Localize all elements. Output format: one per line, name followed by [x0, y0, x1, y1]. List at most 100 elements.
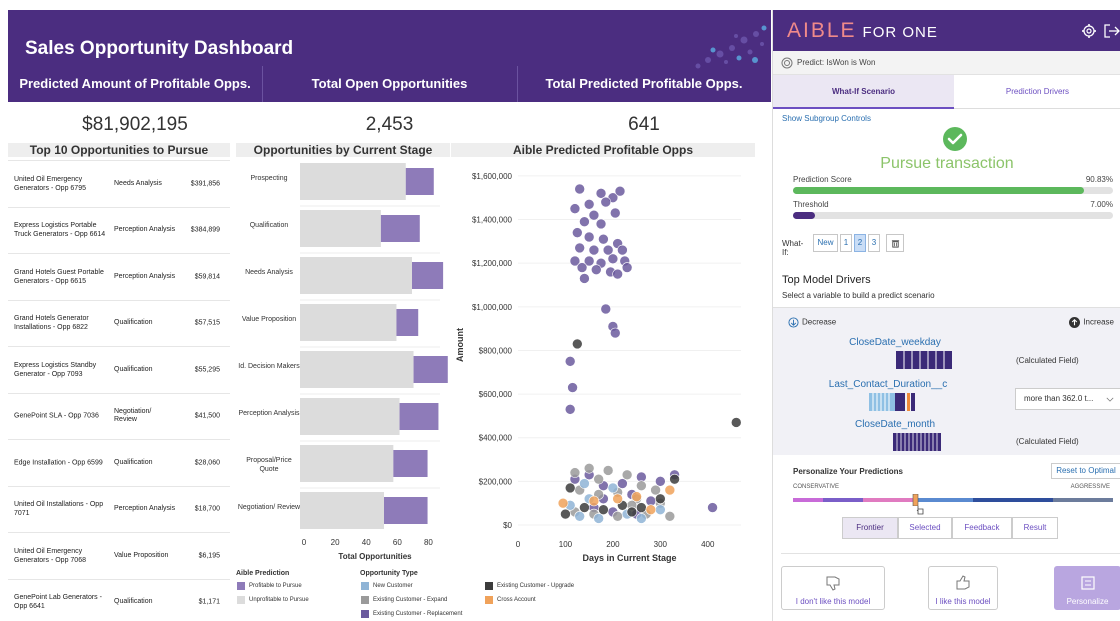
segment-feedback[interactable]: Feedback [952, 517, 1012, 539]
scatter-point[interactable] [636, 502, 647, 513]
tab-prediction-drivers[interactable]: Prediction Drivers [954, 75, 1120, 109]
table-row[interactable]: GenePoint Lab Generators - Opp 6641 Quali… [8, 578, 230, 621]
scatter-point[interactable] [595, 188, 607, 199]
table-row[interactable]: Grand Hotels Generator Installations - O… [8, 299, 230, 346]
increase-control[interactable]: Increase [1069, 317, 1114, 328]
scatter-point[interactable] [564, 404, 576, 415]
scatter-point[interactable] [626, 506, 638, 518]
table-row[interactable]: United Oil Installations - Opp 7071 Perce… [8, 485, 230, 532]
decrease-control[interactable]: Decrease [788, 317, 836, 328]
reset-to-optimal-button[interactable]: Reset to Optimal [1051, 463, 1120, 479]
scatter-point[interactable] [576, 262, 588, 273]
stage-bar-unprofitable[interactable] [300, 492, 384, 529]
scatter-point[interactable] [557, 497, 569, 509]
table-row[interactable]: Express Logistics Portable Truck Generat… [8, 206, 230, 253]
scatter-point[interactable] [572, 338, 583, 350]
scatter-point[interactable] [669, 473, 680, 485]
scatter-point[interactable] [590, 264, 602, 276]
show-subgroup-controls-link[interactable]: Show Subgroup Controls [782, 114, 871, 123]
stage-bar-profitable[interactable] [412, 262, 444, 289]
personalize-slider-track[interactable] [793, 498, 1113, 502]
scatter-point[interactable] [574, 510, 585, 522]
variable-closedate-weekday-histogram[interactable] [896, 351, 952, 369]
delete-scenario-button[interactable] [886, 234, 904, 252]
scatter-point[interactable] [602, 244, 614, 256]
variable-last-contact-duration-histogram[interactable] [869, 393, 915, 411]
scatter-point[interactable] [602, 465, 614, 476]
like-model-button[interactable]: I like this model [928, 566, 998, 610]
stage-bar-profitable[interactable] [396, 309, 419, 336]
last-contact-duration-dropdown[interactable]: more than 362.0 t... [1015, 388, 1120, 410]
scatter-point[interactable] [636, 480, 647, 492]
scatter-point[interactable] [583, 231, 595, 243]
variable-closedate-month-histogram[interactable] [893, 433, 941, 451]
table-row[interactable]: Edge Installation - Opp 6599 Qualificatio… [8, 439, 230, 485]
scatter-point[interactable] [621, 469, 633, 481]
scatter-point[interactable] [655, 476, 666, 487]
scatter-point[interactable] [598, 233, 609, 245]
scatter-point[interactable] [636, 513, 647, 524]
dislike-model-button[interactable]: I don't like this model [781, 566, 885, 610]
scatter-point[interactable] [598, 504, 609, 516]
scatter-point[interactable] [655, 493, 666, 505]
stage-bar-unprofitable[interactable] [300, 304, 397, 341]
scatter-point[interactable] [588, 209, 600, 221]
segment-frontier[interactable]: Frontier [842, 517, 898, 539]
table-row[interactable]: United Oil Emergency Generators - Opp 70… [8, 532, 230, 578]
scatter-point[interactable] [612, 493, 623, 505]
scatter-point[interactable] [645, 504, 657, 516]
scatter-point[interactable] [600, 196, 612, 208]
scatter-point[interactable] [593, 513, 604, 524]
table-row[interactable]: Grand Hotels Guest Portable Generators -… [8, 253, 230, 299]
scatter-point[interactable] [560, 508, 571, 520]
table-row[interactable]: Express Logistics Standby Generator - Op… [8, 346, 230, 392]
scatter-point[interactable] [588, 495, 600, 507]
scatter-point[interactable] [664, 484, 676, 496]
scatter-point[interactable] [583, 462, 595, 474]
stage-bar-profitable[interactable] [384, 497, 428, 524]
scatter-point[interactable] [621, 262, 633, 273]
scatter-point[interactable] [612, 510, 623, 522]
personalize-button[interactable]: Personalize [1054, 566, 1120, 610]
variable-closedate-weekday[interactable]: CloseDate_weekday [795, 337, 995, 348]
stage-bar-profitable[interactable] [405, 168, 434, 195]
scatter-point[interactable] [583, 198, 595, 210]
scatter-point[interactable] [617, 478, 628, 489]
scatter-point[interactable] [579, 216, 590, 228]
stage-bar-profitable[interactable] [393, 450, 428, 477]
scatter-point[interactable] [650, 484, 661, 496]
tab-what-if-scenario[interactable]: What-If Scenario [773, 75, 954, 109]
scatter-point[interactable] [567, 382, 578, 393]
stage-bar-profitable[interactable] [413, 356, 448, 383]
variable-closedate-month[interactable]: CloseDate_month [795, 419, 995, 430]
scatter-point[interactable] [569, 467, 581, 478]
scatter-point[interactable] [614, 185, 626, 197]
scatter-point[interactable] [600, 303, 612, 315]
what-if-new-button[interactable]: New [813, 234, 838, 252]
scatter-point[interactable] [607, 253, 619, 265]
scatter-point[interactable] [631, 491, 642, 502]
scatter-point[interactable] [655, 504, 666, 516]
scatter-point[interactable] [579, 502, 590, 513]
scatter-point[interactable] [572, 227, 583, 238]
scatter-point[interactable] [593, 473, 604, 485]
segment-selected[interactable]: Selected [898, 517, 952, 539]
scatter-point[interactable] [612, 268, 623, 280]
scatter-point[interactable] [664, 510, 676, 522]
what-if-2-button[interactable]: 2 [854, 234, 866, 252]
scatter-point[interactable] [607, 482, 619, 494]
scatter-point[interactable] [617, 244, 628, 256]
stage-bar-profitable[interactable] [380, 215, 420, 242]
scatter-point[interactable] [609, 327, 621, 339]
scatter-point[interactable] [574, 183, 585, 195]
stage-bar-unprofitable[interactable] [300, 257, 412, 294]
scatter-point[interactable] [595, 218, 607, 230]
scatter-point[interactable] [574, 242, 585, 254]
stage-bar-unprofitable[interactable] [300, 445, 394, 482]
stage-bar-unprofitable[interactable] [300, 163, 406, 200]
scatter-point[interactable] [707, 502, 718, 513]
scatter-point[interactable] [730, 417, 742, 428]
what-if-1-button[interactable]: 1 [840, 234, 852, 252]
table-row[interactable]: United Oil Emergency Generators - Opp 67… [8, 160, 230, 206]
stage-bar-profitable[interactable] [399, 403, 439, 430]
